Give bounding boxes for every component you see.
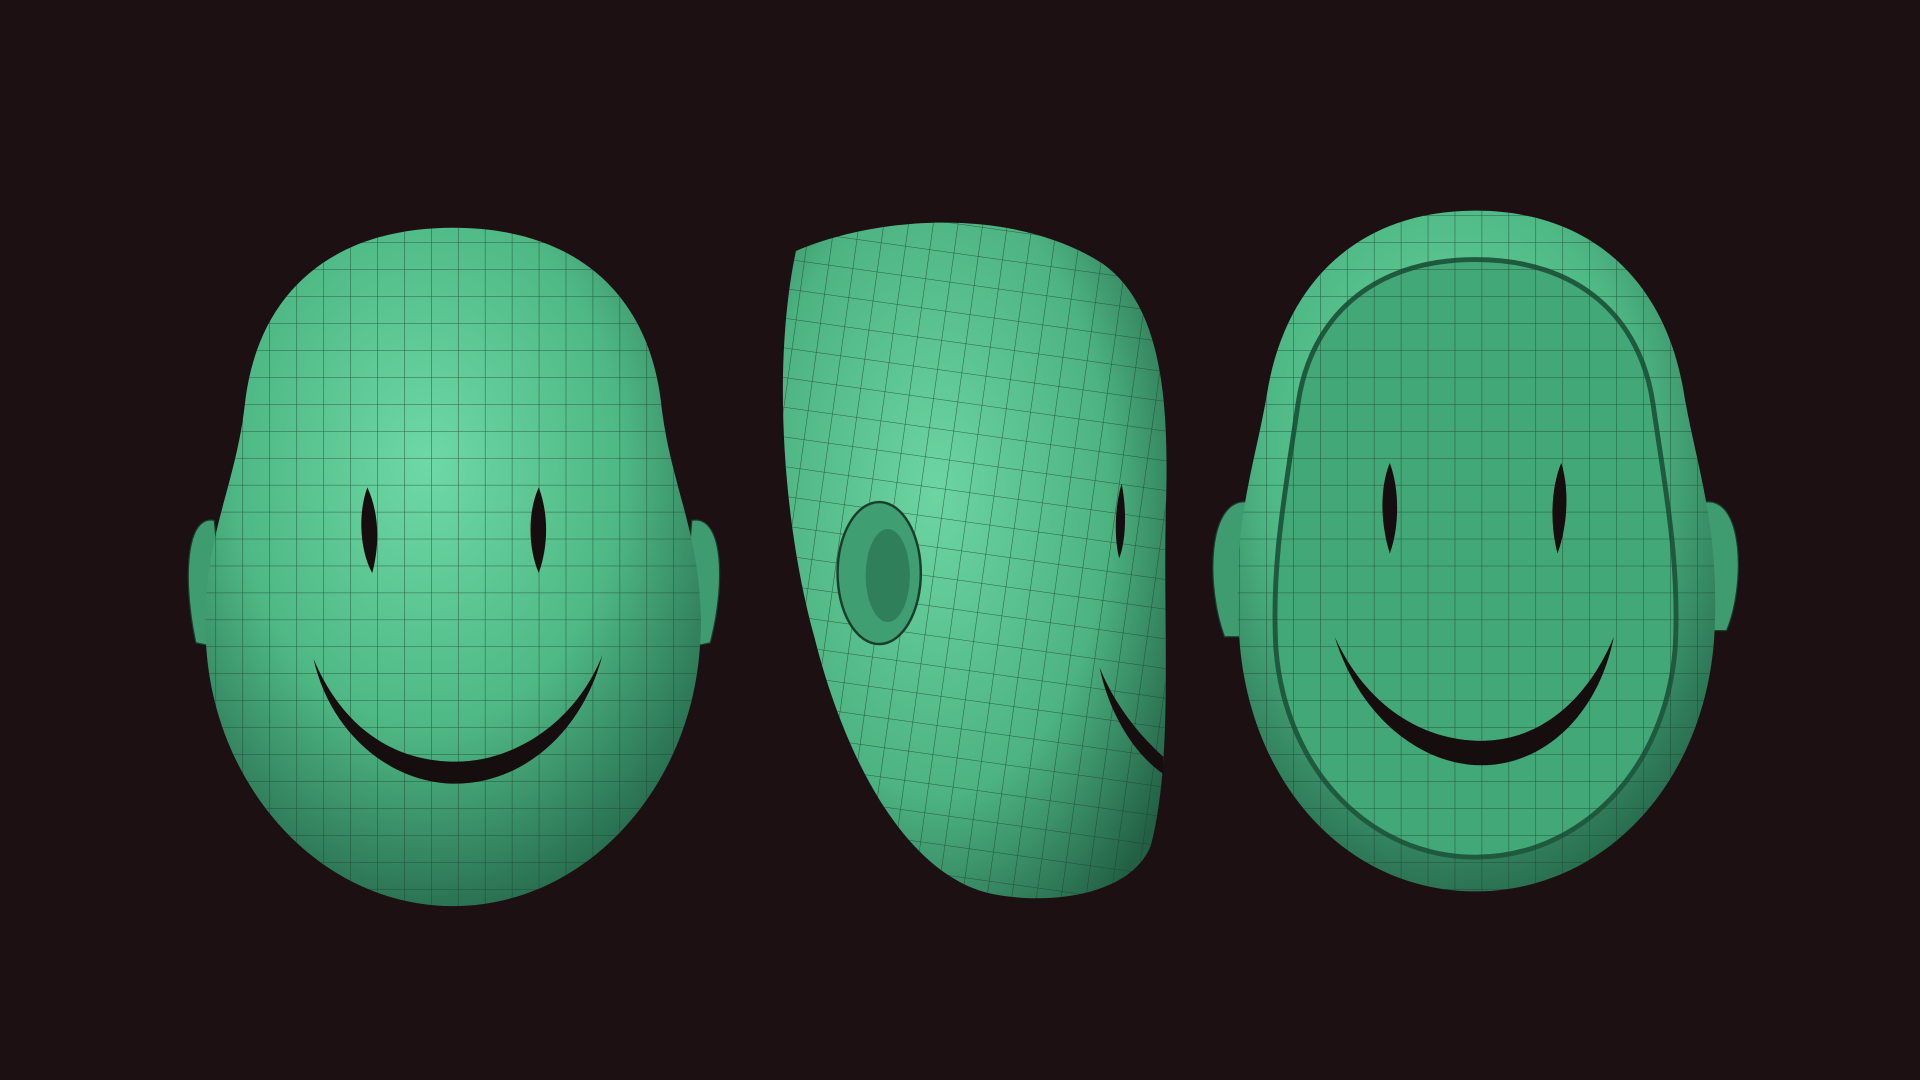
head-model-front <box>187 227 721 907</box>
head-model-side <box>782 222 1167 899</box>
head-model-open <box>1212 210 1739 892</box>
render-viewport <box>187 210 1739 907</box>
